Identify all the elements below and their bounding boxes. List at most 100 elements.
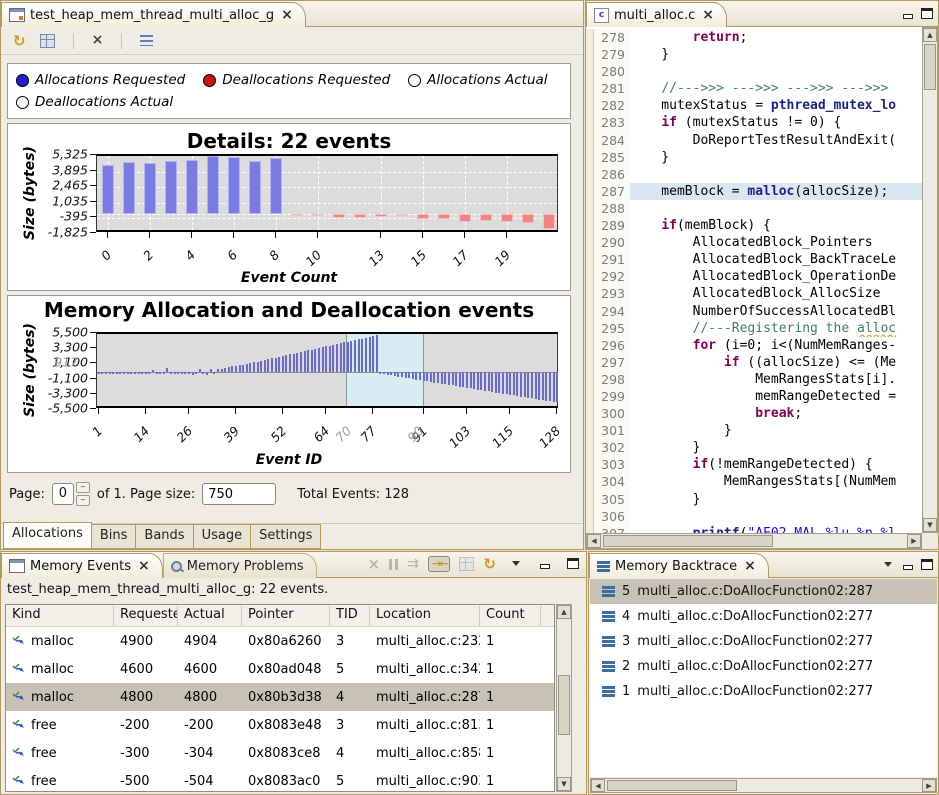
backtrace-item[interactable]: 1multi_alloc.c:DoAllocFunction02:277 (590, 679, 937, 704)
column-header-tid[interactable]: TID (330, 605, 370, 626)
table-row[interactable]: free-500-5040x8083ac05multi_alloc.c:9031 (6, 767, 554, 792)
column-header-count[interactable]: Count (480, 605, 541, 626)
code-text[interactable]: MemRangesStats[(NumMem (630, 473, 922, 490)
code-line[interactable]: 293 AllocatedBlock_AllocSize (586, 285, 922, 302)
code-line[interactable]: 306 (586, 508, 922, 525)
column-header-pointer[interactable]: Pointer (242, 605, 330, 626)
tab-memory-problems[interactable]: Memory Problems (163, 553, 317, 578)
code-line[interactable]: 299 memRangeDetected = (586, 388, 922, 405)
backtrace-item[interactable]: 5multi_alloc.c:DoAllocFunction02:287 (590, 579, 937, 604)
refresh-icon[interactable]: ↻ (483, 557, 496, 571)
code-text[interactable]: for (i=0; i<(NumMemRanges- (630, 337, 922, 354)
minimize-icon[interactable] (901, 559, 915, 571)
page-spinner[interactable]: 0 ‒ ‒ (52, 482, 90, 506)
code-line[interactable]: 281 //--->>> --->>> --->>> --->>> (586, 80, 922, 97)
code-line[interactable]: 285 } (586, 149, 922, 166)
code-text[interactable]: break; (630, 405, 922, 422)
tab-multi-alloc-c[interactable]: c multi_alloc.c × (586, 2, 727, 27)
backtrace-horizontal-scrollbar[interactable]: ◀ ▶ (590, 778, 937, 793)
tab-memory-backtrace[interactable]: Memory Backtrace × (589, 553, 769, 578)
scroll-thumb[interactable] (603, 535, 773, 547)
scroll-up-button[interactable]: ▲ (557, 605, 571, 619)
code-text[interactable]: //---Registering the alloc (630, 320, 922, 337)
refresh-icon[interactable]: ↻ (13, 34, 26, 48)
code-text[interactable]: if (mutexStatus != 0) { (630, 114, 922, 131)
scroll-down-button[interactable]: ▼ (923, 518, 937, 532)
maximize-icon[interactable] (920, 559, 934, 571)
code-text[interactable]: } (630, 491, 922, 508)
code-line[interactable]: 304 MemRangesStats[(NumMem (586, 473, 922, 490)
code-line[interactable]: 287 memBlock = malloc(allocSize); (586, 183, 922, 200)
column-header-requested[interactable]: Requested (114, 605, 178, 626)
code-line[interactable]: 295 //---Registering the alloc (586, 320, 922, 337)
code-line[interactable]: 290 AllocatedBlock_Pointers (586, 234, 922, 251)
scroll-thumb[interactable] (924, 44, 936, 90)
table-row[interactable]: free-200-2000x8083e483multi_alloc.c:8131 (6, 711, 554, 739)
column-header-location[interactable]: Location (370, 605, 480, 626)
code-text[interactable]: } (630, 422, 922, 439)
code-line[interactable]: 279 } (586, 46, 922, 63)
scroll-thumb[interactable] (558, 675, 570, 735)
code-text[interactable]: return; (630, 29, 922, 46)
code-line[interactable]: 303 if(!memRangeDetected) { (586, 456, 922, 473)
scroll-down-button[interactable]: ▼ (557, 777, 571, 791)
page-up-button[interactable]: ‒ (76, 482, 90, 493)
tab-memory-events[interactable]: Memory Events × (1, 553, 163, 578)
scroll-right-button[interactable]: ▶ (922, 779, 936, 792)
code-text[interactable]: memRangeDetected = (630, 388, 922, 405)
backtrace-item[interactable]: 4multi_alloc.c:DoAllocFunction02:277 (590, 604, 937, 629)
code-line[interactable]: 307 printf("AE02 MAL %lu %p %l (586, 525, 922, 533)
code-line[interactable]: 280 (586, 63, 922, 80)
code-line[interactable]: 294 NumberOfSuccessAllocatedBl (586, 303, 922, 320)
code-text[interactable]: mutexStatus = pthread_mutex_lo (630, 97, 922, 114)
code-text[interactable]: NumberOfSuccessAllocatedBl (630, 303, 922, 320)
code-text[interactable] (630, 166, 922, 183)
code-text[interactable]: printf("AE02 MAL %lu %p %l (630, 525, 922, 533)
code-text[interactable]: } (630, 149, 922, 166)
scroll-up-button[interactable]: ▲ (923, 28, 937, 42)
code-line[interactable]: 297 if ((allocSize) <= (Me (586, 354, 922, 371)
close-icon[interactable]: × (138, 560, 150, 572)
code-line[interactable]: 300 break; (586, 405, 922, 422)
scroll-right-button[interactable]: ▶ (907, 534, 921, 548)
tab-usage[interactable]: Usage (194, 524, 252, 549)
column-header-actual[interactable]: Actual (178, 605, 242, 626)
code-text[interactable]: } (630, 46, 922, 63)
code-text[interactable]: DoReportTestResultAndExit( (630, 132, 922, 149)
code-text[interactable] (630, 200, 922, 217)
minimize-icon[interactable] (901, 8, 915, 20)
code-text[interactable] (630, 508, 922, 525)
pause-icon[interactable] (389, 559, 398, 570)
code-text[interactable]: AllocatedBlock_BackTraceLe (630, 251, 922, 268)
tab-allocations[interactable]: Allocations (3, 522, 92, 549)
page-down-button[interactable]: ‒ (76, 495, 90, 506)
code-line[interactable]: 288 (586, 200, 922, 217)
page-size-input[interactable] (202, 483, 276, 505)
code-text[interactable] (630, 63, 922, 80)
code-text[interactable]: AllocatedBlock_OperationDe (630, 268, 922, 285)
code-text[interactable]: if(memBlock) { (630, 217, 922, 234)
maximize-icon[interactable] (566, 558, 580, 570)
editor-vertical-scrollbar[interactable]: ▲ ▼ (922, 27, 938, 533)
page-value[interactable]: 0 (52, 483, 74, 505)
code-line[interactable]: 298 MemRangesStats[i]. (586, 371, 922, 388)
table-row[interactable]: free-300-3040x8083ce84multi_alloc.c:8581 (6, 739, 554, 767)
events-table-scrollbar[interactable]: ▲ ▼ (556, 604, 572, 792)
code-text[interactable]: if(!memRangeDetected) { (630, 456, 922, 473)
table-row[interactable]: malloc490049040x80a62603multi_alloc.c:23… (6, 627, 554, 655)
scroll-left-button[interactable]: ◀ (587, 534, 601, 548)
scroll-left-button[interactable]: ◀ (591, 779, 605, 792)
code-line[interactable]: 278 return; (586, 29, 922, 46)
code-line[interactable]: 282 mutexStatus = pthread_mutex_lo (586, 97, 922, 114)
code-line[interactable]: 284 DoReportTestResultAndExit( (586, 132, 922, 149)
code-line[interactable]: 291 AllocatedBlock_BackTraceLe (586, 251, 922, 268)
editor-horizontal-scrollbar[interactable]: ◀ ▶ (586, 533, 922, 549)
close-icon[interactable]: × (281, 9, 293, 21)
code-line[interactable]: 305 } (586, 491, 922, 508)
close-icon[interactable]: × (744, 560, 756, 572)
code-line[interactable]: 302 } (586, 439, 922, 456)
skip-icon[interactable]: ⇉ (407, 558, 419, 570)
editor-body[interactable]: 278 return;279 }280281 //--->>> --->>> -… (586, 27, 938, 549)
scroll-thumb[interactable] (607, 780, 737, 791)
code-text[interactable]: AllocatedBlock_AllocSize (630, 285, 922, 302)
